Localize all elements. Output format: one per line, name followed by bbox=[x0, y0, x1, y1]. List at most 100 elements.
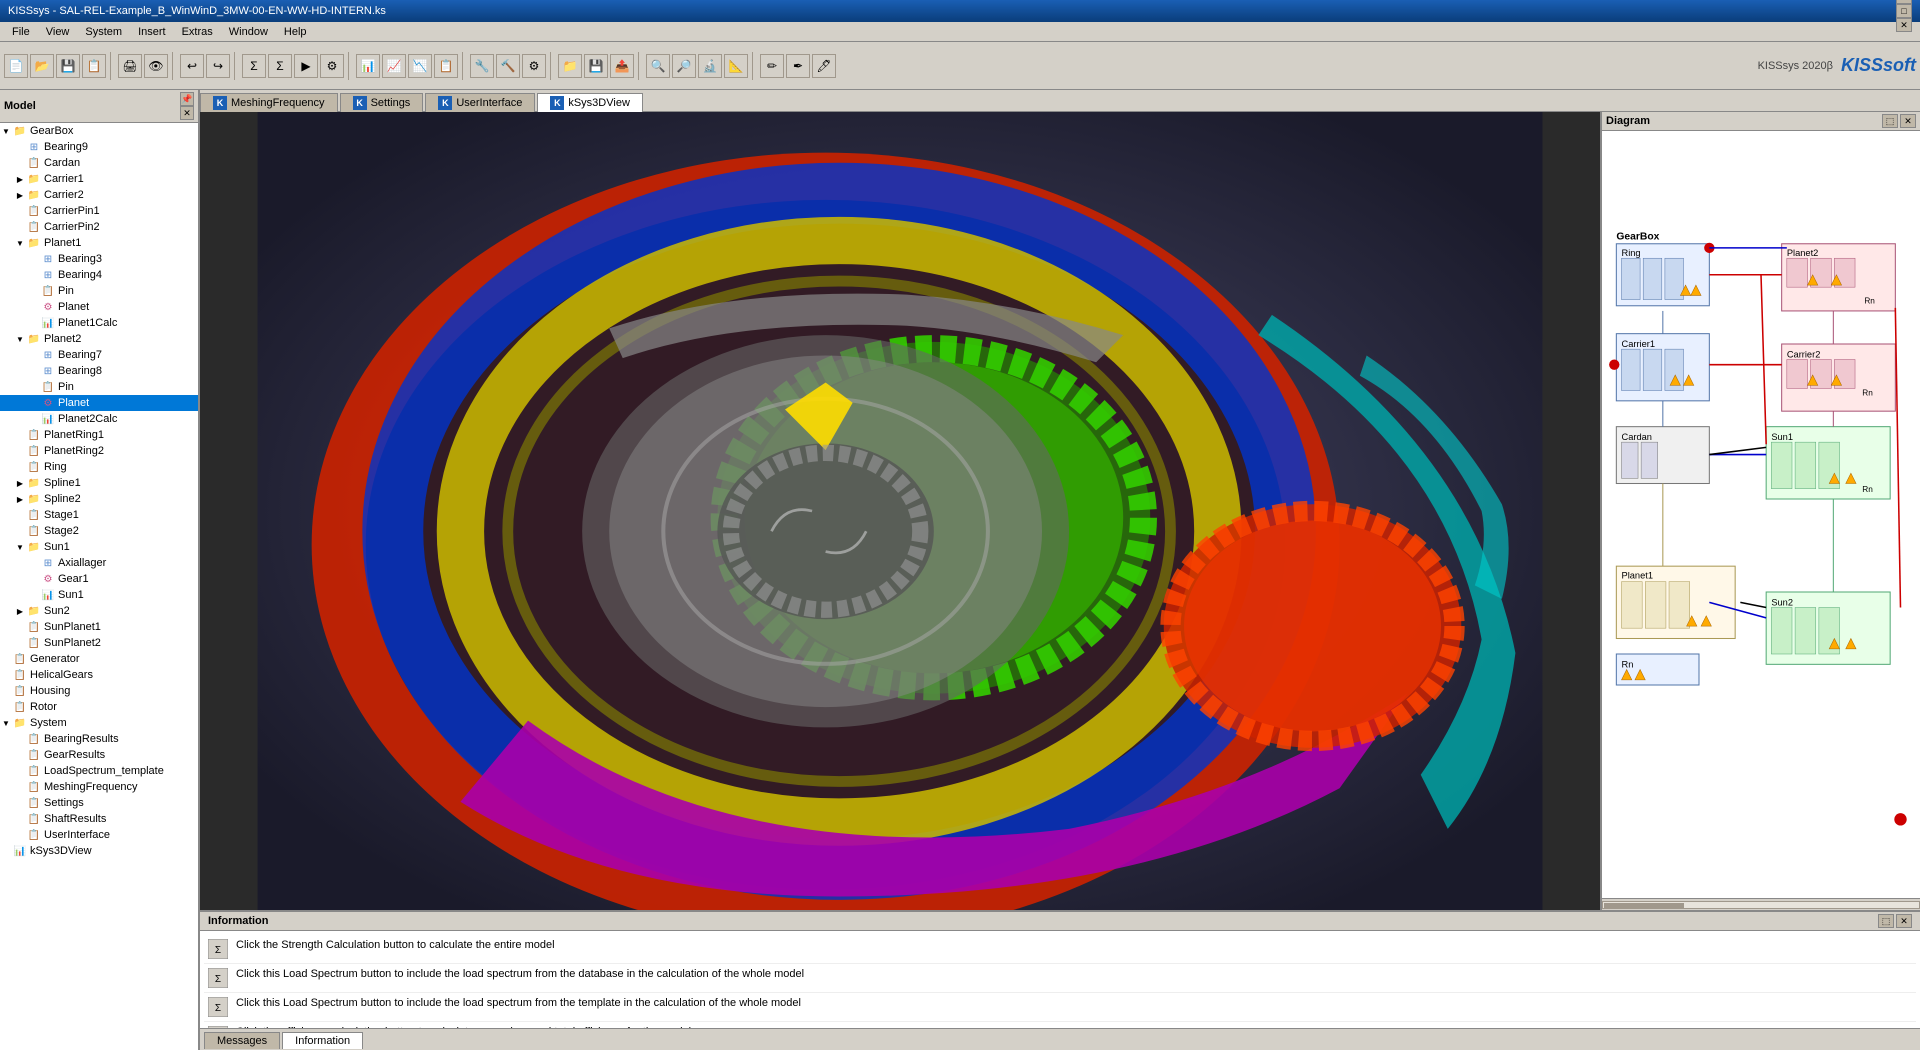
calc2-button[interactable]: Σ bbox=[268, 54, 292, 78]
tree-item-planet2g[interactable]: ⚙Planet bbox=[0, 395, 198, 411]
tree-item-carrier1[interactable]: ▶📁Carrier1 bbox=[0, 171, 198, 187]
tree-item-ksys3dview[interactable]: 📊kSys3DView bbox=[0, 843, 198, 859]
tree-item-system[interactable]: ▼📁System bbox=[0, 715, 198, 731]
menu-insert[interactable]: Insert bbox=[130, 24, 174, 40]
tool8[interactable]: 📋 bbox=[434, 54, 458, 78]
tree-item-userinterface[interactable]: 📋UserInterface bbox=[0, 827, 198, 843]
tab-meshingfrequency[interactable]: K MeshingFrequency bbox=[200, 93, 338, 112]
undo-button[interactable]: ↩ bbox=[180, 54, 204, 78]
tree-item-settings[interactable]: 📋Settings bbox=[0, 795, 198, 811]
tree-item-gearresults[interactable]: 📋GearResults bbox=[0, 747, 198, 763]
tree-item-rotor[interactable]: 📋Rotor bbox=[0, 699, 198, 715]
tree-item-bearing3[interactable]: ⊞Bearing3 bbox=[0, 251, 198, 267]
tool10[interactable]: 🔨 bbox=[496, 54, 520, 78]
tree-item-stage2[interactable]: 📋Stage2 bbox=[0, 523, 198, 539]
tree-item-bearing9[interactable]: ⊞Bearing9 bbox=[0, 139, 198, 155]
tool15[interactable]: 🔍 bbox=[646, 54, 670, 78]
tree-item-ring[interactable]: 📋Ring bbox=[0, 459, 198, 475]
tree-item-generator[interactable]: 📋Generator bbox=[0, 651, 198, 667]
tab-settings[interactable]: K Settings bbox=[340, 93, 424, 112]
menu-help[interactable]: Help bbox=[276, 24, 315, 40]
tree-item-planet1[interactable]: ▼📁Planet1 bbox=[0, 235, 198, 251]
tree-item-bearing8[interactable]: ⊞Bearing8 bbox=[0, 363, 198, 379]
model-close-button[interactable]: ✕ bbox=[180, 106, 194, 120]
tab-information[interactable]: Information bbox=[282, 1032, 363, 1049]
tool6[interactable]: 📈 bbox=[382, 54, 406, 78]
tree-item-stage1[interactable]: 📋Stage1 bbox=[0, 507, 198, 523]
tree-item-planet1g[interactable]: ⚙Planet bbox=[0, 299, 198, 315]
tree-item-bearing7[interactable]: ⊞Bearing7 bbox=[0, 347, 198, 363]
info-close-button[interactable]: ✕ bbox=[1896, 914, 1912, 928]
maximize-button[interactable]: □ bbox=[1896, 4, 1912, 18]
diagram-scrollbar[interactable] bbox=[1602, 898, 1920, 910]
tree-item-spline2[interactable]: ▶📁Spline2 bbox=[0, 491, 198, 507]
tool11[interactable]: ⚙ bbox=[522, 54, 546, 78]
save-button[interactable]: 💾 bbox=[56, 54, 80, 78]
tab-userinterface[interactable]: K UserInterface bbox=[425, 93, 535, 112]
tree-item-bearingresults[interactable]: 📋BearingResults bbox=[0, 731, 198, 747]
tab-messages[interactable]: Messages bbox=[204, 1032, 280, 1049]
tree-item-loadspectrum[interactable]: 📋LoadSpectrum_template bbox=[0, 763, 198, 779]
tree-item-axiallager[interactable]: ⊞Axiallager bbox=[0, 555, 198, 571]
print-button[interactable]: 🖨 bbox=[118, 54, 142, 78]
calc-button[interactable]: Σ bbox=[242, 54, 266, 78]
tree-item-planet2[interactable]: ▼📁Planet2 bbox=[0, 331, 198, 347]
tab-ksys3dview[interactable]: K kSys3DView bbox=[537, 93, 643, 112]
tree-item-carrier2[interactable]: ▶📁Carrier2 bbox=[0, 187, 198, 203]
menu-file[interactable]: File bbox=[4, 24, 38, 40]
tree-item-pin2[interactable]: 📋Pin bbox=[0, 379, 198, 395]
tree-item-bearing4[interactable]: ⊞Bearing4 bbox=[0, 267, 198, 283]
tool12[interactable]: 📁 bbox=[558, 54, 582, 78]
close-button[interactable]: ✕ bbox=[1896, 18, 1912, 32]
menu-view[interactable]: View bbox=[38, 24, 78, 40]
tool21[interactable]: 🖊 bbox=[812, 54, 836, 78]
tool14[interactable]: 📤 bbox=[610, 54, 634, 78]
tool7[interactable]: 📉 bbox=[408, 54, 432, 78]
tree-item-sunplanet1[interactable]: 📋SunPlanet1 bbox=[0, 619, 198, 635]
menu-system[interactable]: System bbox=[77, 24, 130, 40]
tool18[interactable]: 📐 bbox=[724, 54, 748, 78]
tree-item-sun2[interactable]: ▶📁Sun2 bbox=[0, 603, 198, 619]
menu-extras[interactable]: Extras bbox=[174, 24, 221, 40]
tree-item-planet2calc[interactable]: 📊Planet2Calc bbox=[0, 411, 198, 427]
print-prev-button[interactable]: 👁 bbox=[144, 54, 168, 78]
tree-item-shaftresults[interactable]: 📋ShaftResults bbox=[0, 811, 198, 827]
tree-item-planetring2[interactable]: 📋PlanetRing2 bbox=[0, 443, 198, 459]
open-button[interactable]: 📂 bbox=[30, 54, 54, 78]
tree-item-cardan[interactable]: 📋Cardan bbox=[0, 155, 198, 171]
diagram-close-button[interactable]: ✕ bbox=[1900, 114, 1916, 128]
tool5[interactable]: 📊 bbox=[356, 54, 380, 78]
tree-item-pin1[interactable]: 📋Pin bbox=[0, 283, 198, 299]
redo-button[interactable]: ↪ bbox=[206, 54, 230, 78]
save-as-button[interactable]: 📋 bbox=[82, 54, 106, 78]
3d-viewport[interactable] bbox=[200, 112, 1600, 910]
title-controls[interactable]: — □ ✕ bbox=[1896, 0, 1912, 32]
calc4-button[interactable]: ⚙ bbox=[320, 54, 344, 78]
model-pin-button[interactable]: 📌 bbox=[180, 92, 194, 106]
tree-item-sunplanet2[interactable]: 📋SunPlanet2 bbox=[0, 635, 198, 651]
calc3-button[interactable]: ▶ bbox=[294, 54, 318, 78]
tree-item-gearbox[interactable]: ▼📁GearBox bbox=[0, 123, 198, 139]
tree-item-planetring1[interactable]: 📋PlanetRing1 bbox=[0, 427, 198, 443]
menu-window[interactable]: Window bbox=[221, 24, 276, 40]
tree-item-spline1[interactable]: ▶📁Spline1 bbox=[0, 475, 198, 491]
tool20[interactable]: ✒ bbox=[786, 54, 810, 78]
tree-item-helicalgears[interactable]: 📋HelicalGears bbox=[0, 667, 198, 683]
tree-item-planet1calc[interactable]: 📊Planet1Calc bbox=[0, 315, 198, 331]
diagram-scrollbar-thumb[interactable] bbox=[1604, 903, 1684, 909]
tool16[interactable]: 🔎 bbox=[672, 54, 696, 78]
tool13[interactable]: 💾 bbox=[584, 54, 608, 78]
tool17[interactable]: 🔬 bbox=[698, 54, 722, 78]
tree-item-meshingfreq[interactable]: 📋MeshingFrequency bbox=[0, 779, 198, 795]
tree-item-gear1[interactable]: ⚙Gear1 bbox=[0, 571, 198, 587]
tree-item-carrierpin2[interactable]: 📋CarrierPin2 bbox=[0, 219, 198, 235]
new-button[interactable]: 📄 bbox=[4, 54, 28, 78]
tree-item-carrierpin1[interactable]: 📋CarrierPin1 bbox=[0, 203, 198, 219]
tool19[interactable]: ✏ bbox=[760, 54, 784, 78]
tree-item-sun1[interactable]: ▼📁Sun1 bbox=[0, 539, 198, 555]
diagram-float-button[interactable]: ⬚ bbox=[1882, 114, 1898, 128]
tool9[interactable]: 🔧 bbox=[470, 54, 494, 78]
info-float-button[interactable]: ⬚ bbox=[1878, 914, 1894, 928]
tree-item-housing[interactable]: 📋Housing bbox=[0, 683, 198, 699]
tree-item-sun1c[interactable]: 📊Sun1 bbox=[0, 587, 198, 603]
